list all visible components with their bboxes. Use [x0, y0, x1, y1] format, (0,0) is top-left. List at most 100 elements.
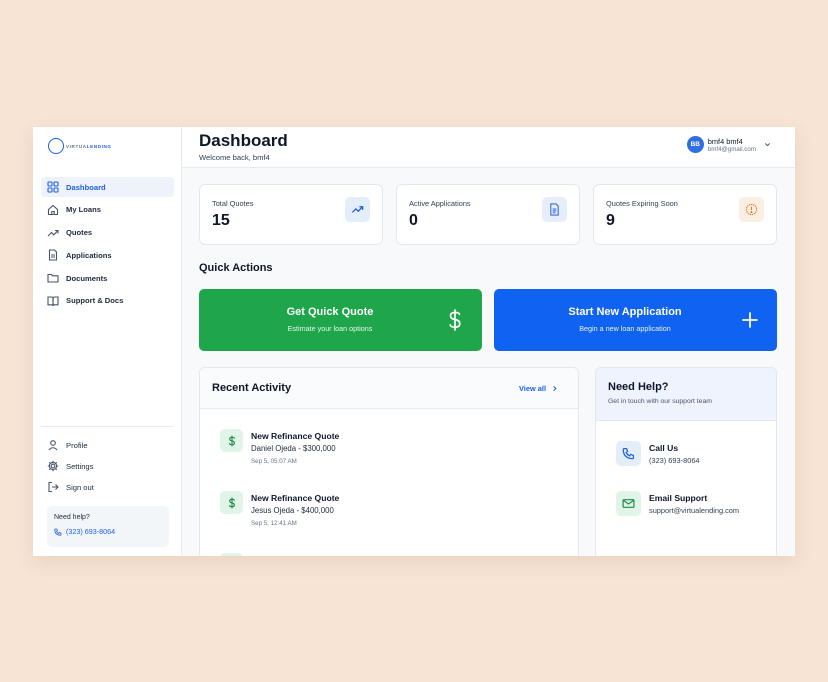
- activity-time: Sep 5, 12:41 AM: [251, 520, 297, 527]
- sidebar-item-label: Settings: [66, 461, 94, 471]
- contact-title: Call Us: [649, 443, 679, 453]
- help-phone-link[interactable]: (323) 693-8064: [54, 527, 162, 536]
- stat-card-active-applications[interactable]: Active Applications 0: [396, 184, 580, 245]
- sidebar-item-label: Support & Docs: [66, 296, 124, 306]
- sidebar-help-card: Need help? (323) 693-8064: [47, 506, 169, 547]
- quick-action-title: Get Quick Quote: [286, 306, 374, 318]
- activity-time: Sep 5, 05:07 AM: [251, 458, 297, 465]
- stat-value: 0: [409, 212, 418, 229]
- user-menu[interactable]: BB bmf4 bmf4 bmf4@gmail.com: [686, 136, 771, 153]
- sidebar-item-label: Dashboard: [66, 182, 106, 192]
- contact-value: (323) 693-8064: [649, 456, 700, 465]
- list-item[interactable]: New Refinance Quote Daniel Ojeda - $300,…: [220, 429, 560, 479]
- sidebar-item-dashboard[interactable]: Dashboard: [41, 177, 174, 197]
- quick-action-subtitle: Estimate your loan options: [287, 324, 373, 333]
- call-us-item[interactable]: Call Us (323) 693-8064: [616, 441, 766, 471]
- sidebar: VIRTUALENDING Dashboard My Loans Quotes: [33, 127, 182, 556]
- view-all-label: View all: [519, 384, 546, 393]
- need-help-panel: Need Help? Get in touch with our support…: [595, 367, 777, 556]
- plus-icon: [742, 312, 758, 328]
- dollar-icon: [220, 553, 243, 556]
- user-name: bmf4 bmf4: [707, 136, 743, 146]
- stat-card-total-quotes[interactable]: Total Quotes 15: [199, 184, 383, 245]
- user-email: bmf4@gmail.com: [707, 145, 756, 153]
- sidebar-item-my-loans[interactable]: My Loans: [41, 200, 174, 220]
- list-item[interactable]: New Refinance Quote Jesus Ojeda - $400,0…: [220, 491, 560, 541]
- brand-name: VIRTUALENDING: [66, 143, 112, 149]
- sidebar-item-label: Profile: [66, 440, 88, 450]
- page-title: Dashboard: [199, 131, 288, 150]
- phone-icon: [54, 528, 62, 536]
- folder-icon: [47, 272, 59, 284]
- sidebar-item-sign-out[interactable]: Sign out: [41, 477, 174, 497]
- stat-value: 15: [212, 212, 230, 229]
- need-help-header: Need Help? Get in touch with our support…: [596, 368, 776, 421]
- sidebar-item-settings[interactable]: Settings: [41, 456, 174, 476]
- trending-up-icon: [47, 227, 59, 239]
- mail-icon: [616, 491, 641, 516]
- sidebar-item-profile[interactable]: Profile: [41, 435, 174, 455]
- stat-value: 9: [606, 212, 615, 229]
- view-all-link[interactable]: View all: [519, 384, 558, 393]
- document-icon: [542, 197, 567, 222]
- sidebar-item-label: Sign out: [66, 482, 94, 492]
- need-help-subtitle: Get in touch with our support team: [608, 398, 712, 405]
- activity-title: New Refinance Quote: [251, 493, 340, 503]
- user-icon: [47, 439, 59, 451]
- main-content: Dashboard Welcome back, bmf4 BB bmf4 bmf…: [182, 127, 795, 556]
- stat-label: Total Quotes: [212, 199, 254, 208]
- trending-up-icon: [345, 197, 370, 222]
- alert-circle-icon: [739, 197, 764, 222]
- quick-action-subtitle: Begin a new loan application: [579, 324, 671, 333]
- sidebar-item-label: Documents: [66, 273, 108, 283]
- contact-title: Email Support: [649, 493, 708, 503]
- dollar-icon: [220, 429, 243, 452]
- sidebar-nav: Dashboard My Loans Quotes Applications D…: [41, 177, 174, 314]
- brand-logo[interactable]: VIRTUALENDING: [48, 138, 112, 154]
- sidebar-item-documents[interactable]: Documents: [41, 268, 174, 288]
- file-icon: [47, 249, 59, 261]
- logout-icon: [47, 481, 59, 493]
- sidebar-item-label: Quotes: [66, 228, 93, 238]
- welcome-text: Welcome back, bmf4: [199, 153, 270, 162]
- chevron-right-icon: [553, 385, 557, 392]
- sidebar-item-support-docs[interactable]: Support & Docs: [41, 291, 174, 311]
- help-title: Need help?: [54, 514, 90, 521]
- avatar: BB: [686, 136, 704, 153]
- get-quick-quote-button[interactable]: Get Quick Quote Estimate your loan optio…: [199, 289, 482, 351]
- quick-action-title: Start New Application: [568, 306, 682, 318]
- help-phone: (323) 693-8064: [66, 527, 116, 536]
- need-help-title: Need Help?: [608, 381, 669, 393]
- sidebar-item-label: Applications: [66, 250, 112, 260]
- chevron-down-icon: [764, 143, 771, 147]
- book-icon: [47, 295, 59, 307]
- sidebar-item-label: My Loans: [66, 205, 102, 215]
- sidebar-item-applications[interactable]: Applications: [41, 245, 174, 265]
- recent-activity-title: Recent Activity: [212, 382, 292, 394]
- email-support-item[interactable]: Email Support support@virtualending.com: [616, 491, 766, 521]
- gear-icon: [47, 460, 59, 472]
- sidebar-item-quotes[interactable]: Quotes: [41, 223, 174, 243]
- dollar-icon: [220, 491, 243, 514]
- list-item[interactable]: [220, 553, 560, 556]
- home-icon: [47, 204, 59, 216]
- contact-value: support@virtualending.com: [649, 506, 740, 515]
- recent-activity-header: Recent Activity View all: [200, 368, 578, 409]
- activity-detail: Jesus Ojeda - $400,000: [251, 506, 334, 515]
- app-window: VIRTUALENDING Dashboard My Loans Quotes: [33, 127, 795, 556]
- stat-label: Active Applications: [409, 199, 471, 208]
- dollar-icon: [449, 309, 461, 331]
- recent-activity-panel: Recent Activity View all New Refinance Q…: [199, 367, 579, 556]
- stat-label: Quotes Expiring Soon: [606, 199, 678, 208]
- grid-icon: [47, 181, 59, 193]
- sidebar-bottom-nav: Profile Settings Sign out: [41, 435, 174, 498]
- activity-detail: Daniel Ojeda - $300,000: [251, 444, 336, 453]
- stat-card-quotes-expiring[interactable]: Quotes Expiring Soon 9: [593, 184, 777, 245]
- activity-title: New Refinance Quote: [251, 431, 340, 441]
- phone-icon: [616, 441, 641, 466]
- top-bar: Dashboard Welcome back, bmf4 BB bmf4 bmf…: [182, 127, 795, 168]
- logo-ring-icon: [48, 138, 64, 154]
- quick-actions-title: Quick Actions: [199, 262, 273, 274]
- start-new-application-button[interactable]: Start New Application Begin a new loan a…: [494, 289, 777, 351]
- sidebar-divider: [41, 426, 173, 427]
